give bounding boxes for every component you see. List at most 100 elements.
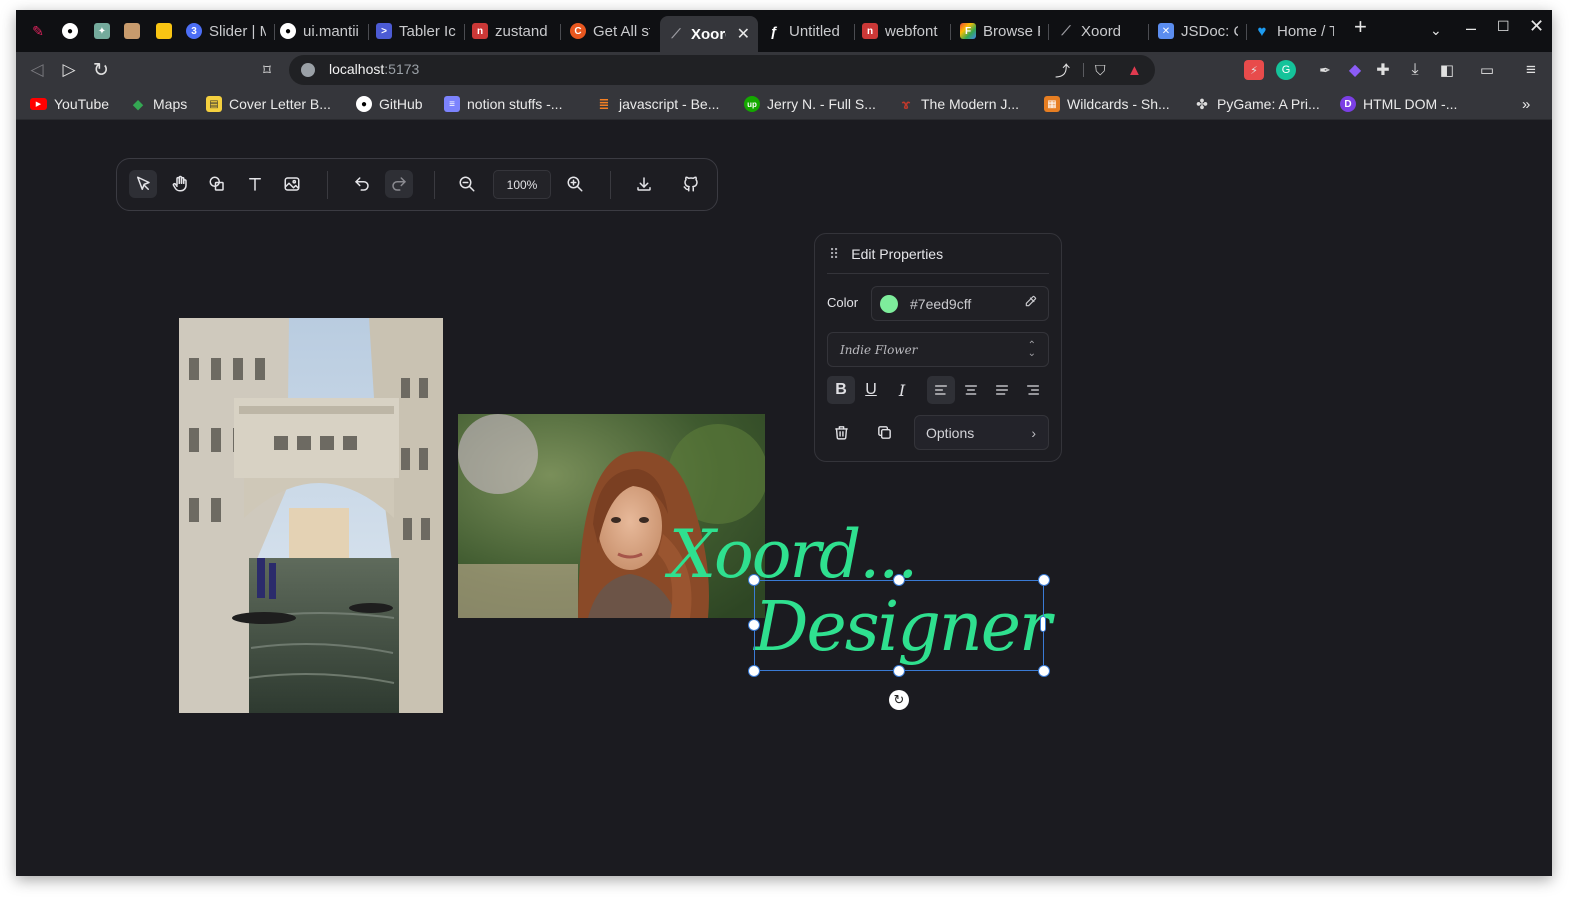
tab-search-icon[interactable]: ⌄ (1430, 22, 1442, 39)
resize-handle-bottom[interactable] (893, 665, 905, 677)
tab-browse-fonts[interactable]: F Browse F (952, 16, 1048, 46)
eyedropper-icon[interactable] (1024, 294, 1038, 313)
extension-red-icon[interactable]: ⚡ (1244, 60, 1264, 80)
bookmark-pygame[interactable]: ✤ PyGame: A Pri... (1194, 94, 1320, 114)
close-window-icon[interactable]: ✕ (1529, 16, 1544, 37)
resize-handle-right[interactable] (1040, 616, 1046, 632)
bookmark-notion[interactable]: ≡ notion stuffs -... (444, 94, 562, 114)
color-swatch[interactable] (880, 294, 898, 313)
brave-shield-icon[interactable]: ⛉ (1095, 62, 1106, 79)
wallet-icon[interactable]: ▭ (1474, 57, 1500, 83)
tab-xoord[interactable]: ⟋ Xoord (1050, 16, 1150, 46)
undo-icon[interactable] (348, 170, 376, 198)
rotate-handle-icon[interactable]: ↻ (889, 690, 909, 710)
design-canvas[interactable]: 100% ⠿ Edit Properties Color #7eed9cff I… (16, 120, 1552, 876)
bookmark-label: notion stuffs -... (467, 96, 563, 112)
extensions-puzzle-icon[interactable]: ✚ (1370, 57, 1396, 83)
options-button[interactable]: Options › (914, 415, 1049, 450)
editor-toolbar: 100% (116, 158, 718, 211)
tab-photo[interactable] (116, 16, 146, 46)
maximize-icon[interactable]: ☐ (1497, 18, 1510, 35)
reload-icon[interactable]: ↻ (88, 57, 114, 83)
tab-close-icon[interactable]: ✕ (737, 24, 750, 44)
address-bar[interactable]: localhost:5173 ⤴ ⛉ ▲ (289, 55, 1155, 85)
downloads-icon[interactable]: ⤓ (1402, 57, 1428, 83)
bookmark-wildcards[interactable]: ▦ Wildcards - Sh... (1044, 94, 1170, 114)
tab-github[interactable]: ● (54, 16, 84, 46)
resize-handle-top-left[interactable] (748, 574, 760, 586)
drag-handle-icon[interactable]: ⠿ (829, 246, 839, 263)
image-tool-icon[interactable] (278, 170, 306, 198)
bookmark-javascript[interactable]: ≣ javascript - Be... (596, 94, 720, 114)
bookmark-html-dom[interactable]: D HTML DOM -... (1340, 94, 1457, 114)
sidebar-icon[interactable]: ◧ (1434, 57, 1460, 83)
brave-rewards-icon[interactable]: ▲ (1127, 62, 1142, 79)
site-info-icon[interactable] (301, 63, 315, 77)
resize-handle-bottom-right[interactable] (1038, 665, 1050, 677)
bookmarks-overflow-icon[interactable]: » (1522, 94, 1530, 114)
venice-canal-image[interactable] (179, 318, 443, 713)
grammarly-icon[interactable]: G (1276, 60, 1296, 80)
font-select[interactable]: Indie Flower ⌃ ⌄ (827, 332, 1049, 367)
redo-icon[interactable] (385, 170, 413, 198)
text-tool-icon[interactable] (241, 170, 269, 198)
tab-label: JSDoc: C (1181, 22, 1238, 40)
bookmark-github[interactable]: ● GitHub (356, 94, 423, 114)
zoom-level[interactable]: 100% (493, 170, 551, 199)
tab-jsdoc[interactable]: ✕ JSDoc: C (1150, 16, 1246, 46)
selection-box[interactable] (754, 580, 1044, 671)
download-icon[interactable] (630, 170, 658, 198)
tab-twitter[interactable]: ♥ Home / T (1246, 16, 1342, 46)
resize-handle-top[interactable] (893, 574, 905, 586)
bookmark-upwork[interactable]: up Jerry N. - Full S... (744, 94, 876, 114)
zoom-out-icon[interactable] (453, 170, 481, 198)
omnibox-divider (1083, 63, 1084, 77)
menu-icon[interactable]: ≡ (1518, 57, 1544, 83)
align-left-icon[interactable] (927, 376, 955, 404)
color-field[interactable]: #7eed9cff (871, 286, 1049, 321)
zoom-in-icon[interactable] (561, 170, 589, 198)
back-icon[interactable]: ◁ (24, 57, 50, 83)
duplicate-icon[interactable] (870, 418, 898, 446)
panel-header: ⠿ Edit Properties (815, 234, 1061, 274)
tab-ui-mantine[interactable]: ● ui.mantii (272, 16, 368, 46)
minimize-icon[interactable]: – (1466, 18, 1476, 39)
tab-keep[interactable] (148, 16, 178, 46)
align-right-icon[interactable] (1019, 376, 1047, 404)
forward-icon[interactable]: ▷ (56, 57, 82, 83)
align-center-icon[interactable] (957, 376, 985, 404)
tab-separator (1048, 24, 1049, 40)
tab-zustand[interactable]: n zustand (464, 16, 560, 46)
tab-tabler[interactable]: > Tabler Ic (368, 16, 464, 46)
resize-handle-left[interactable] (748, 619, 760, 631)
select-tool-icon[interactable] (129, 170, 157, 198)
dom-icon: D (1340, 96, 1356, 112)
shapes-tool-icon[interactable] (203, 170, 231, 198)
tab-chatgpt[interactable]: ✦ (86, 16, 116, 46)
tab-label: webfont (885, 22, 938, 40)
new-tab-button[interactable]: + (1354, 14, 1367, 40)
tab-feather[interactable]: ✎ (22, 16, 52, 46)
tab-webfont[interactable]: n webfont (854, 16, 950, 46)
align-justify-icon[interactable] (988, 376, 1016, 404)
bookmark-maps[interactable]: ⬥ Maps (130, 94, 187, 114)
github-icon[interactable] (677, 170, 705, 198)
bookmark-cover-letter[interactable]: ▤ Cover Letter B... (206, 94, 331, 114)
hand-tool-icon[interactable] (166, 170, 194, 198)
bookmark-icon[interactable]: ⌑ (254, 57, 280, 83)
resize-handle-top-right[interactable] (1038, 574, 1050, 586)
bookmark-youtube[interactable]: ▶ YouTube (30, 94, 109, 114)
tab-get-all[interactable]: C Get All st (562, 16, 658, 46)
tab-untitled[interactable]: ƒ Untitled (758, 16, 854, 46)
extension-pen-icon[interactable]: ✒ (1312, 57, 1338, 83)
underline-icon[interactable]: U (857, 376, 885, 404)
tab-xoord-active[interactable]: ⟋ Xoord ✕ (660, 16, 758, 52)
italic-icon[interactable]: I (888, 376, 916, 404)
extension-purple-icon[interactable]: ◆ (1342, 57, 1368, 83)
bold-icon[interactable]: B (827, 376, 855, 404)
delete-icon[interactable] (827, 418, 855, 446)
bookmark-modern-js[interactable]: ɤ The Modern J... (898, 94, 1019, 114)
share-icon[interactable]: ⤴ (1055, 60, 1070, 81)
tab-slider[interactable]: 3 Slider | M (178, 16, 274, 46)
resize-handle-bottom-left[interactable] (748, 665, 760, 677)
